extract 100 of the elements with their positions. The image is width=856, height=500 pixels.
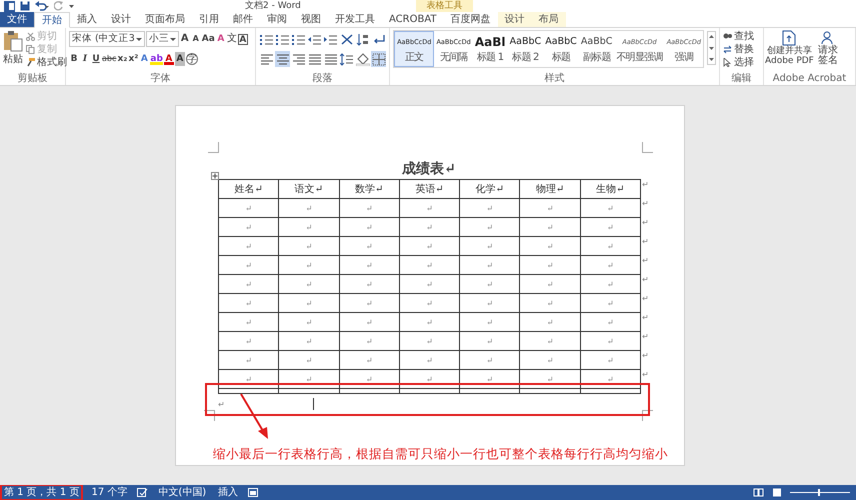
font-size-dropdown[interactable]: 小三 xyxy=(146,31,179,47)
request-signature-button[interactable]: 请求 签名 xyxy=(818,30,838,73)
shrink-font-button[interactable]: A xyxy=(190,32,201,46)
customize-caret-icon[interactable] xyxy=(69,4,74,8)
table-cell: ↵ xyxy=(520,332,580,350)
select-button[interactable]: 选择 xyxy=(723,56,760,69)
table-cell: ↵ xyxy=(460,332,520,350)
column-header: 英语↵ xyxy=(399,180,460,198)
annotation-text: 缩小最后一行表格行高，根据自需可只缩小一行也可整个表格每行行高均匀缩小 xyxy=(213,446,668,462)
proofing-icon[interactable] xyxy=(137,488,148,497)
create-pdf-button[interactable]: 创建并共享 Adobe PDF xyxy=(765,30,814,73)
table-cell: ↵ xyxy=(339,332,400,350)
row-end-mark: ↵ xyxy=(642,179,649,191)
line-spacing-button[interactable] xyxy=(339,51,354,67)
group-label: 编辑 xyxy=(730,73,752,85)
ribbon-tab[interactable]: 邮件 xyxy=(226,12,260,27)
undo-icon[interactable] xyxy=(35,1,49,11)
character-border-button[interactable]: A xyxy=(238,34,248,44)
print-layout-icon[interactable] xyxy=(772,488,782,497)
status-text[interactable]: 插入 xyxy=(216,486,240,499)
character-shading-button[interactable]: A xyxy=(174,52,185,66)
table-cell: ↵ xyxy=(339,350,400,370)
row-end-mark: ↵ xyxy=(642,312,649,324)
status-text[interactable]: 第 1 页，共 1 页 xyxy=(2,486,82,499)
ribbon-tab[interactable]: 设计 xyxy=(104,12,138,27)
table-cell: ↵ xyxy=(278,218,340,236)
status-text[interactable]: 中文(中国) xyxy=(156,486,208,499)
table-cell: ↵ xyxy=(218,274,279,294)
table-cell: ↵ xyxy=(218,294,279,312)
table-cell: ↵ xyxy=(460,274,520,294)
gallery-scroll-icon[interactable] xyxy=(707,31,716,65)
table-cell: ↵ xyxy=(580,312,640,332)
italic-button[interactable]: I xyxy=(80,52,90,66)
table-cell: ↵ xyxy=(278,236,340,256)
sort-button[interactable] xyxy=(355,31,370,47)
center-button[interactable] xyxy=(275,51,290,67)
column-header: 数学↵ xyxy=(339,180,400,198)
table-cell: ↵ xyxy=(278,370,340,388)
replace-button[interactable]: 替换 xyxy=(723,43,760,56)
table-cell: ↵ xyxy=(520,236,580,256)
save-icon[interactable] xyxy=(20,1,30,11)
strikethrough-button[interactable]: abc xyxy=(102,52,116,66)
painter-button[interactable]: 格式刷 xyxy=(26,56,67,69)
table-move-handle-icon[interactable] xyxy=(211,172,219,180)
macro-icon[interactable] xyxy=(248,488,258,497)
ribbon-tab[interactable]: 插入 xyxy=(70,12,104,27)
table-cell: ↵ xyxy=(520,218,580,236)
style-item[interactable]: AaBbC 副标题 xyxy=(578,31,614,67)
change-case-button[interactable]: Aa xyxy=(202,32,215,46)
swap-arrows-icon xyxy=(723,45,732,54)
row-end-mark: ↵ xyxy=(642,350,649,362)
table-cell: ↵ xyxy=(399,256,460,274)
subscript-button[interactable]: x₂ xyxy=(117,52,128,66)
zoom-thumb[interactable] xyxy=(818,489,820,496)
ribbon-tab[interactable]: 开始 xyxy=(34,12,70,28)
read-mode-icon[interactable] xyxy=(753,488,764,497)
phonetic-guide-button[interactable]: 文 xyxy=(226,32,237,46)
ribbon-tab[interactable]: 引用 xyxy=(192,12,226,27)
borders-button[interactable] xyxy=(371,51,386,67)
ribbon-tab[interactable]: 页面布局 xyxy=(138,12,192,27)
font-family-dropdown[interactable]: 宋体 (中文正3 xyxy=(69,31,145,47)
style-item[interactable]: AaBbC 标题 xyxy=(543,31,579,67)
clear-format-button[interactable]: A xyxy=(216,32,226,46)
shading-button[interactable] xyxy=(355,51,370,67)
table-cell: ↵ xyxy=(399,350,460,370)
paste-button[interactable]: 粘贴 xyxy=(3,30,23,73)
table-cell: ↵ xyxy=(278,312,340,332)
ribbon-tab[interactable]: 文件 xyxy=(0,12,34,27)
row-end-mark: ↵ xyxy=(642,255,649,267)
ribbon-tab[interactable]: 开发工具 xyxy=(328,12,382,27)
status-text[interactable]: 17 个字 xyxy=(89,486,130,499)
find-button[interactable]: 查找 xyxy=(723,30,760,43)
bold-button[interactable]: B xyxy=(69,52,79,66)
enclose-character-button[interactable]: 字 xyxy=(186,53,198,65)
highlight-button[interactable]: ab xyxy=(150,54,163,64)
ribbon-tab[interactable]: 百度网盘 xyxy=(444,12,498,27)
superscript-button[interactable]: x² xyxy=(128,52,138,66)
ribbon-tab[interactable]: ACROBAT xyxy=(382,12,444,27)
arrow xyxy=(239,393,271,441)
ribbon-tab[interactable]: 审阅 xyxy=(260,12,294,27)
row-end-mark: ↵ xyxy=(642,274,649,286)
ribbon-tab[interactable]: 布局 xyxy=(532,12,566,27)
table-cell: ↵ xyxy=(278,294,340,312)
table-cell: ↵ xyxy=(218,312,279,332)
word-logo-icon[interactable] xyxy=(4,0,15,12)
group-label: 段落 xyxy=(312,73,334,85)
table-cell: ↵ xyxy=(278,350,340,370)
style-item[interactable]: AaBbC 标题 2 xyxy=(508,31,544,67)
style-item[interactable]: AaBl 标题 1 xyxy=(472,31,508,67)
table-cell: ↵ xyxy=(520,256,580,274)
text-effects-button[interactable]: A xyxy=(139,52,150,66)
paragraph-mark: ↵ xyxy=(218,400,225,408)
underline-button[interactable]: U xyxy=(91,52,101,66)
table-cell: ↵ xyxy=(399,294,460,312)
table-cell: ↵ xyxy=(218,218,279,236)
table-cell: ↵ xyxy=(339,294,400,312)
ribbon-tab[interactable]: 设计 xyxy=(498,12,532,27)
ribbon-tab[interactable]: 视图 xyxy=(294,12,328,27)
pointer-icon xyxy=(723,58,732,67)
grow-font-button[interactable]: A xyxy=(180,32,190,46)
